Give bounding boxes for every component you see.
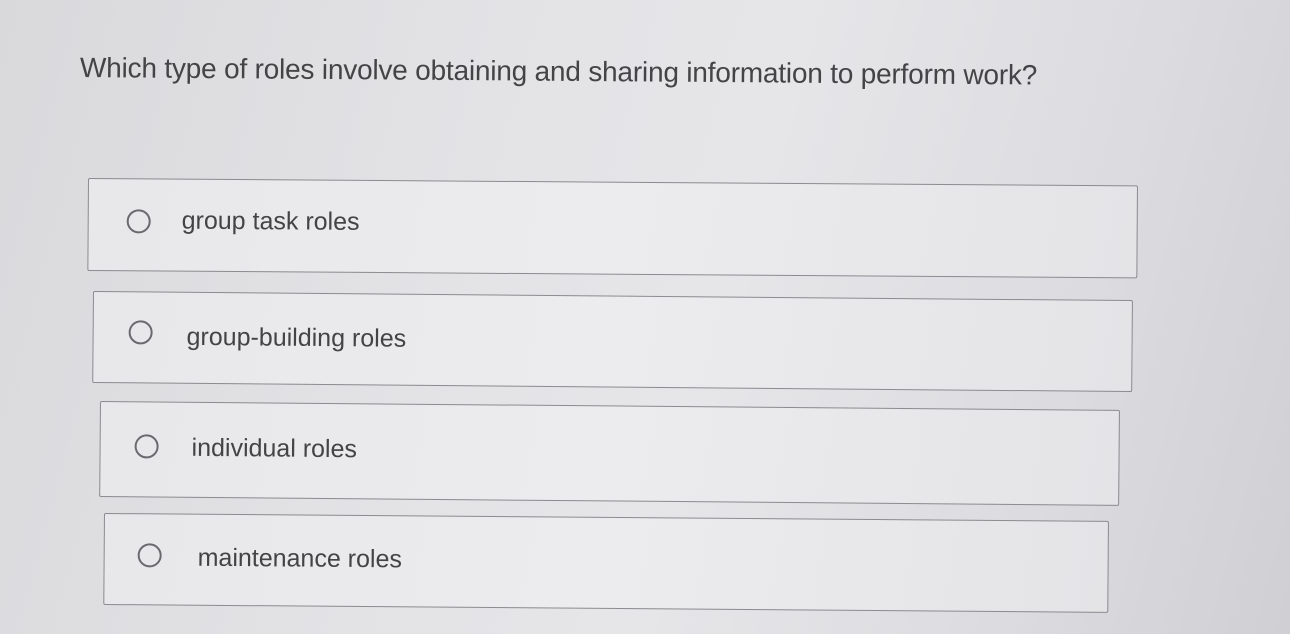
answer-option-label: group-building roles — [186, 322, 407, 353]
answer-option-label: group task roles — [181, 206, 360, 236]
radio-button[interactable] — [134, 434, 159, 459]
radio-button[interactable] — [137, 543, 162, 568]
radio-button[interactable] — [128, 320, 153, 345]
question-text: Which type of roles involve obtaining an… — [79, 52, 1038, 91]
answer-option-maintenance-roles[interactable]: maintenance roles — [103, 513, 1109, 613]
answer-option-group-building-roles[interactable]: group-building roles — [92, 291, 1133, 393]
radio-button[interactable] — [126, 209, 151, 234]
answer-option-label: maintenance roles — [197, 543, 403, 574]
answer-option-individual-roles[interactable]: individual roles — [99, 401, 1120, 506]
answer-option-group-task-roles[interactable]: group task roles — [87, 178, 1138, 279]
answer-option-label: individual roles — [191, 433, 358, 464]
